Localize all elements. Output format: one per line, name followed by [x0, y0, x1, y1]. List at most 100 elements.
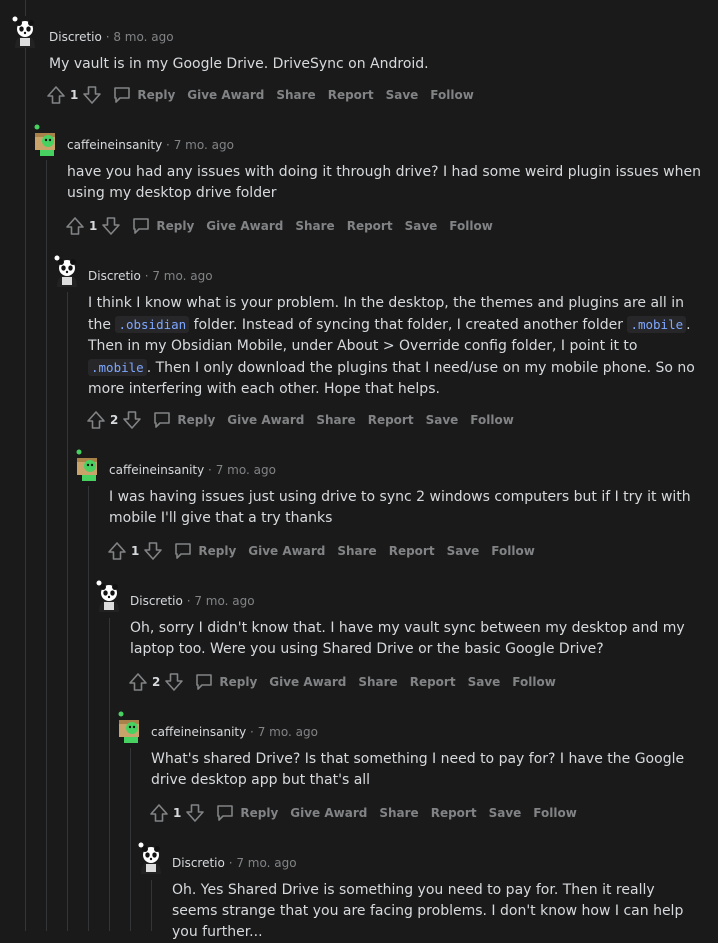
upvote-icon[interactable] [86, 410, 106, 430]
comment-meta: Discretio · 7 mo. ago [172, 856, 297, 870]
thread-line[interactable] [151, 880, 152, 931]
downvote-icon[interactable] [101, 216, 121, 236]
timestamp[interactable]: 7 mo. ago [258, 725, 318, 739]
avatar[interactable] [93, 580, 125, 612]
give-award-button[interactable]: Give Award [290, 806, 367, 820]
report-button[interactable]: Report [389, 544, 435, 558]
report-button[interactable]: Report [368, 413, 414, 427]
save-button[interactable]: Save [426, 413, 459, 427]
downvote-icon[interactable] [143, 541, 163, 561]
comment-body: Oh, sorry I didn't know that. I have my … [130, 620, 685, 657]
give-award-button[interactable]: Give Award [269, 675, 346, 689]
timestamp[interactable]: 7 mo. ago [194, 594, 254, 608]
avatar[interactable] [72, 449, 104, 481]
comment-body: have you had any issues with doing it th… [67, 164, 701, 201]
give-award-button[interactable]: Give Award [206, 219, 283, 233]
downvote-icon[interactable] [122, 410, 142, 430]
comment-icon [131, 216, 151, 236]
comment-icon [112, 85, 132, 105]
upvote-icon[interactable] [149, 803, 169, 823]
follow-button[interactable]: Follow [449, 219, 493, 233]
vote-control: 1 [46, 85, 102, 105]
reply-label: Reply [198, 544, 237, 558]
separator: · [186, 594, 191, 608]
share-button[interactable]: Share [276, 88, 315, 102]
thread-line[interactable] [109, 618, 110, 931]
reply-label: Reply [240, 806, 279, 820]
reply-button[interactable]: Reply [131, 216, 194, 236]
give-award-button[interactable]: Give Award [187, 88, 264, 102]
avatar[interactable] [135, 842, 167, 874]
share-button[interactable]: Share [295, 219, 334, 233]
timestamp[interactable]: 7 mo. ago [174, 138, 234, 152]
share-button[interactable]: Share [316, 413, 355, 427]
report-button[interactable]: Report [431, 806, 477, 820]
save-button[interactable]: Save [386, 88, 419, 102]
share-button[interactable]: Share [379, 806, 418, 820]
follow-button[interactable]: Follow [491, 544, 535, 558]
report-button[interactable]: Report [328, 88, 374, 102]
thread-line[interactable] [67, 292, 68, 931]
username[interactable]: Discretio [49, 30, 102, 44]
reply-button[interactable]: Reply [112, 85, 175, 105]
username[interactable]: Discretio [172, 856, 225, 870]
save-button[interactable]: Save [447, 544, 480, 558]
thread-line[interactable] [88, 486, 89, 931]
comment-body: Oh. Yes Shared Drive is something you ne… [172, 882, 684, 940]
timestamp[interactable]: 7 mo. ago [236, 856, 296, 870]
comment-meta: caffeineinsanity · 7 mo. ago [67, 138, 234, 152]
avatar[interactable] [51, 255, 83, 287]
username[interactable]: Discretio [130, 594, 183, 608]
timestamp[interactable]: 7 mo. ago [152, 269, 212, 283]
comment-actions: 2 Reply Give Award Share Report Save Fol… [128, 670, 556, 694]
comment-icon [194, 672, 214, 692]
downvote-icon[interactable] [164, 672, 184, 692]
avatar[interactable] [9, 16, 41, 48]
save-button[interactable]: Save [405, 219, 438, 233]
share-button[interactable]: Share [337, 544, 376, 558]
username[interactable]: caffeineinsanity [67, 138, 162, 152]
timestamp[interactable]: 8 mo. ago [113, 30, 173, 44]
username[interactable]: caffeineinsanity [151, 725, 246, 739]
vote-count: 2 [152, 675, 161, 689]
vote-count: 2 [110, 413, 119, 427]
report-button[interactable]: Report [410, 675, 456, 689]
timestamp[interactable]: 7 mo. ago [216, 463, 276, 477]
share-button[interactable]: Share [358, 675, 397, 689]
save-button[interactable]: Save [468, 675, 501, 689]
thread-line[interactable] [25, 0, 26, 931]
upvote-icon[interactable] [65, 216, 85, 236]
avatar[interactable] [30, 124, 62, 156]
give-award-button[interactable]: Give Award [227, 413, 304, 427]
thread-line[interactable] [46, 160, 47, 931]
reply-label: Reply [219, 675, 258, 689]
follow-button[interactable]: Follow [470, 413, 514, 427]
separator: · [105, 30, 110, 44]
reply-button[interactable]: Reply [152, 410, 215, 430]
save-button[interactable]: Save [489, 806, 522, 820]
downvote-icon[interactable] [82, 85, 102, 105]
username[interactable]: Discretio [88, 269, 141, 283]
reply-label: Reply [156, 219, 195, 233]
comment-body: I think I know what is your problem. In … [88, 293, 718, 400]
upvote-icon[interactable] [128, 672, 148, 692]
reply-button[interactable]: Reply [173, 541, 236, 561]
inline-code: .mobile [88, 359, 147, 376]
avatar[interactable] [114, 711, 146, 743]
thread-line[interactable] [130, 748, 131, 931]
follow-button[interactable]: Follow [430, 88, 474, 102]
reply-button[interactable]: Reply [215, 803, 278, 823]
follow-button[interactable]: Follow [533, 806, 577, 820]
body-text: folder. Instead of syncing that folder, … [189, 317, 628, 333]
report-button[interactable]: Report [347, 219, 393, 233]
reply-button[interactable]: Reply [194, 672, 257, 692]
inline-code: .mobile [627, 316, 687, 333]
upvote-icon[interactable] [107, 541, 127, 561]
upvote-icon[interactable] [46, 85, 66, 105]
username[interactable]: caffeineinsanity [109, 463, 204, 477]
give-award-button[interactable]: Give Award [248, 544, 325, 558]
downvote-icon[interactable] [185, 803, 205, 823]
separator: · [144, 269, 149, 283]
comment-actions: 1 Reply Give Award Share Report Save Fol… [149, 801, 577, 825]
follow-button[interactable]: Follow [512, 675, 556, 689]
